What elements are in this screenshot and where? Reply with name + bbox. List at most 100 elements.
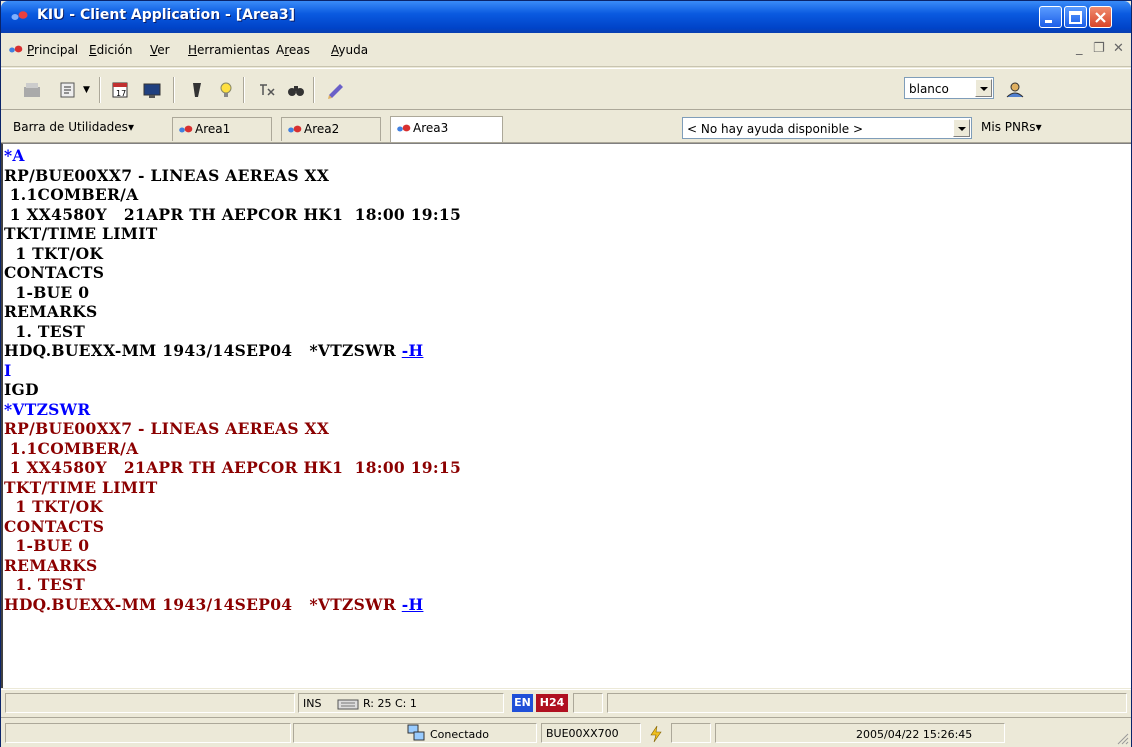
toolbar-separator (99, 77, 101, 103)
terminal-line: 1 TKT/OK (4, 244, 103, 263)
terminal-line-text: 1 TKT/OK (4, 497, 104, 516)
area-tab-icon (288, 125, 302, 133)
insert-mode-indicator: INS (303, 697, 322, 710)
history-link[interactable]: -H (402, 595, 424, 614)
profile-combo[interactable]: blanco (904, 77, 994, 99)
menu-edicion-mnemonic: E (89, 43, 97, 57)
tab-bar: Barra de Utilidades▾ Area1 Area2 Area3 <… (1, 111, 1131, 143)
menu-herramientas-mnemonic: H (188, 43, 198, 57)
terminal-line: 1.1COMBER/A (4, 439, 138, 458)
history-link[interactable]: -H (402, 341, 424, 360)
terminal-line: CONTACTS (4, 263, 104, 282)
tab-area1-label: Area1 (195, 122, 231, 136)
terminal-line: IGD (4, 380, 39, 399)
monitor-icon[interactable] (141, 79, 163, 101)
menu-principal-mnemonic: P (27, 43, 35, 57)
lightbulb-icon[interactable] (215, 79, 237, 101)
toolbar-separator (243, 77, 245, 103)
status-bar-bottom: Conectado BUE00XX700 2005/04/22 15:26:45 (1, 717, 1131, 747)
user-icon[interactable] (1004, 79, 1026, 101)
connection-status: Conectado (430, 728, 489, 741)
terminal-line-text: 1. TEST (4, 575, 86, 594)
terminal-line: 1-BUE 0 (4, 283, 89, 302)
close-button[interactable] (1089, 6, 1112, 28)
help-combo-value: < No hay ayuda disponible > (687, 122, 864, 136)
minimize-button[interactable] (1039, 6, 1062, 28)
app-icon (11, 11, 28, 20)
tab-area3[interactable]: Area3 (390, 116, 503, 142)
menu-bar: Principal Edición Ver Herramientas Areas… (1, 33, 1131, 67)
chevron-down-icon: ▾ (127, 120, 134, 134)
profile-combo-dropdown[interactable] (975, 79, 992, 97)
tab-area3-label: Area3 (413, 121, 449, 135)
desk-icon[interactable] (21, 79, 43, 101)
h24-badge[interactable]: H24 (536, 694, 568, 712)
terminal-screen[interactable]: *A RP/BUE00XX7 - LINEAS AEREAS XX 1.1COMB… (1, 143, 1131, 688)
terminal-line-text: *VTZSWR (4, 399, 91, 419)
mdi-minimize-button[interactable]: _ (1076, 41, 1083, 56)
area-tab-icon (179, 125, 193, 133)
tab-area1[interactable]: Area1 (172, 117, 272, 141)
terminal-line-text: REMARKS (4, 302, 98, 321)
calendar-icon[interactable]: 17 (109, 79, 131, 101)
terminal-line: TKT/TIME LIMIT (4, 224, 158, 243)
pencil-icon[interactable] (325, 79, 347, 101)
menu-edicion[interactable]: Edición (89, 43, 132, 57)
dropdown-arrow-icon[interactable]: ▼ (83, 85, 90, 95)
terminal-line: 1 TKT/OK (4, 497, 103, 516)
stamp-icon[interactable] (57, 79, 79, 101)
help-combo-dropdown[interactable] (953, 119, 970, 137)
cursor-status-cell: INS R: 25 C: 1 (298, 693, 504, 713)
my-pnrs-label: Mis PNRs (981, 120, 1036, 134)
terminal-line-text: 1-BUE 0 (4, 536, 90, 555)
menu-ver[interactable]: Ver (150, 43, 170, 57)
profile-combo-value: blanco (909, 82, 949, 96)
datetime: 2005/04/22 15:26:45 (856, 728, 973, 741)
my-pnrs-button[interactable]: Mis PNRs▾ (981, 120, 1042, 134)
maximize-button[interactable] (1064, 6, 1087, 28)
mdi-close-button[interactable]: ✕ (1113, 41, 1124, 56)
cutter-icon[interactable] (186, 79, 208, 101)
terminal-line: RP/BUE00XX7 - LINEAS AEREAS XX (4, 419, 329, 438)
mdi-restore-button[interactable]: ❐ (1093, 41, 1105, 56)
terminal-line: *VTZSWR (4, 400, 91, 419)
terminal-line-text: 1.1COMBER/A (4, 185, 139, 204)
status-cell-empty (5, 723, 291, 743)
language-badge[interactable]: EN (512, 694, 533, 712)
status-cell-empty (573, 693, 603, 713)
binoculars-icon[interactable] (285, 79, 307, 101)
terminal-line: REMARKS (4, 556, 98, 575)
maximize-icon (1069, 11, 1082, 24)
window-title: KIU - Client Application - [Area3] (37, 7, 295, 23)
tab-area2-label: Area2 (304, 122, 340, 136)
title-bar[interactable]: KIU - Client Application - [Area3] (1, 1, 1131, 33)
tab-area2[interactable]: Area2 (281, 117, 381, 141)
help-combo[interactable]: < No hay ayuda disponible > (682, 117, 972, 139)
terminal-line: TKT/TIME LIMIT (4, 478, 158, 497)
terminal-line-text: *A (4, 146, 25, 165)
terminal-line-text: 1.1COMBER/A (4, 438, 139, 458)
menu-herramientas[interactable]: Herramientas (188, 43, 270, 57)
cursor-position: R: 25 C: 1 (363, 697, 417, 710)
menu-ayuda-label: yuda (338, 43, 369, 57)
terminal-line-text: 1 TKT/OK (4, 243, 104, 263)
terminal-line-text: 1 XX4580Y 21APR TH AEPCOR HK1 18:00 19:1… (4, 204, 462, 224)
terminal-line: I (4, 361, 12, 380)
terminal-line-text: HDQ.BUEXX-MM 1943/14SEP04 *VTZSWR (4, 594, 402, 614)
terminal-line-text: RP/BUE00XX7 - LINEAS AEREAS XX (4, 419, 330, 438)
menu-areas[interactable]: Areas (276, 43, 310, 57)
menu-ayuda[interactable]: Ayuda (331, 43, 368, 57)
resize-grip-icon[interactable] (1115, 731, 1129, 745)
terminal-line-text: HDQ.BUEXX-MM 1943/14SEP04 *VTZSWR (4, 341, 402, 360)
station-cell: BUE00XX700 (541, 723, 641, 743)
terminal-line-text: IGD (4, 380, 39, 399)
terminal-line-text: RP/BUE00XX7 - LINEAS AEREAS XX (4, 165, 330, 185)
utilities-bar-button[interactable]: Barra de Utilidades▾ (13, 120, 134, 134)
menu-principal[interactable]: Principal (27, 43, 78, 57)
menu-herramientas-label: erramientas (197, 43, 270, 57)
keyboard-icon (337, 699, 359, 710)
connection-status-cell: Conectado (293, 723, 537, 743)
terminal-line: CONTACTS (4, 517, 104, 536)
translate-icon[interactable] (256, 79, 278, 101)
close-icon (1095, 12, 1106, 23)
